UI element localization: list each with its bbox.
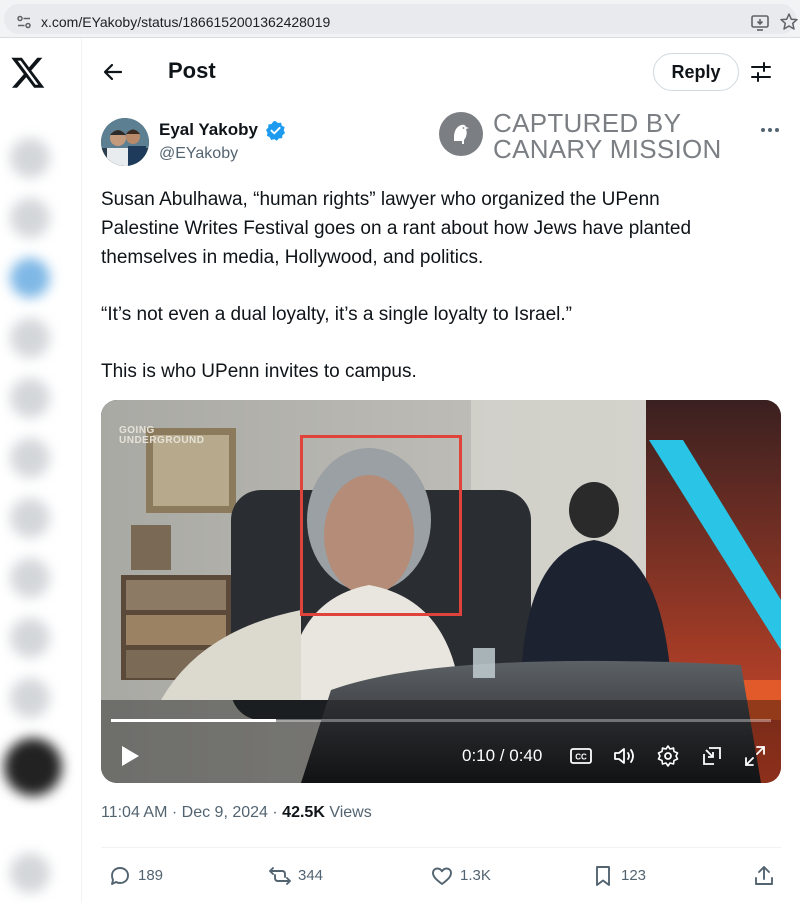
nav-post-button[interactable] [4,738,62,796]
canary-logo-icon [439,112,483,156]
heart-icon [432,867,452,885]
repost-count: 344 [298,867,324,884]
post-closing-line: This is who UPenn invites to campus. [101,361,417,382]
video-time: 0:10 / 0:40 [462,746,543,765]
video-player[interactable]: GOING UNDERGROUND 0:10 / 0:40 CC [101,400,781,783]
nav-item-grok[interactable] [10,378,50,418]
post-quote: “It’s not even a dual loyalty, it’s a si… [101,304,573,325]
nav-item-home[interactable] [10,138,50,178]
nav-item-communities[interactable] [10,618,50,658]
reply-action[interactable]: 189 [108,862,168,888]
post-header: Post Reply [83,38,800,108]
left-navigation [0,38,82,903]
bookmark-action[interactable]: 123 [591,862,661,888]
author-avatar[interactable] [101,118,149,166]
bookmark-star-icon[interactable] [779,12,799,32]
bookmark-icon [596,866,610,886]
nav-account-avatar[interactable] [10,853,50,893]
fullscreen-icon[interactable] [743,744,767,768]
bookmark-count: 123 [621,867,647,884]
nav-item-explore[interactable] [10,198,50,238]
browser-address-bar: x.com/EYakoby/status/1866152001362428019 [0,0,800,38]
canary-mission-watermark: CAPTURED BY CANARY MISSION [438,108,738,164]
filter-settings-icon[interactable] [749,60,773,84]
views-count: 42.5K [282,804,325,821]
reply-icon [111,867,129,885]
divider [101,847,781,848]
nav-item-bookmarks[interactable] [10,498,50,538]
author-handle[interactable]: @EYakoby [159,145,238,163]
url-text[interactable]: x.com/EYakoby/status/1866152001362428019 [41,14,330,30]
x-logo-icon[interactable] [10,54,46,90]
play-icon[interactable] [119,744,141,768]
like-count: 1.3K [460,867,491,884]
verified-badge-icon[interactable] [265,120,286,141]
reply-count: 189 [138,867,164,884]
post-text-line: Susan Abulhawa, “human rights” lawyer wh… [101,189,660,210]
more-options-icon[interactable] [758,122,782,138]
nav-item-lists[interactable] [10,438,50,478]
post-timestamp[interactable]: 11:04 AM · Dec 9, 2024 · 42.5K Views [101,804,372,822]
avatar-photo-icon [101,118,149,166]
captions-icon[interactable]: CC [569,744,593,768]
repost-action[interactable]: 344 [268,862,338,888]
back-arrow-icon[interactable] [101,60,125,84]
highlight-box [300,435,462,616]
post-text-line: themselves in media, Hollywood, and poli… [101,247,484,268]
omnibox[interactable]: x.com/EYakoby/status/1866152001362428019 [4,4,799,34]
reply-button[interactable]: Reply [653,53,739,91]
share-action[interactable] [752,862,778,888]
volume-icon[interactable] [612,744,636,768]
video-progress-bar[interactable] [111,719,771,722]
video-progress-fill [111,719,276,722]
post-body: Susan Abulhawa, “human rights” lawyer wh… [101,185,781,386]
page-title: Post [168,58,216,83]
repost-icon [269,867,291,885]
nav-item-notifications[interactable] [10,258,50,298]
nav-item-jobs[interactable] [10,558,50,598]
site-settings-icon[interactable] [16,14,32,30]
nav-item-messages[interactable] [10,318,50,358]
svg-text:CC: CC [575,753,587,762]
nav-item-premium[interactable] [10,678,50,718]
pop-out-icon[interactable] [700,744,724,768]
post-text-line: Palestine Writes Festival goes on a rant… [101,218,692,239]
watermark-line-2: CANARY MISSION [493,134,722,164]
channel-logo: GOING UNDERGROUND [119,425,205,446]
author-name[interactable]: Eyal Yakoby [159,120,258,140]
share-icon [755,866,773,885]
like-action[interactable]: 1.3K [430,862,500,888]
views-label: Views [329,804,372,821]
install-app-icon[interactable] [750,13,770,33]
settings-icon[interactable] [656,744,680,768]
